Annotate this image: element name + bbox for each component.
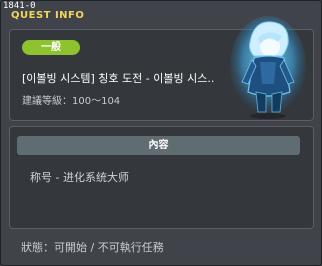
content-header: 內容 [17, 136, 300, 155]
window-title: QUEST INFO [11, 10, 85, 21]
quest-content-panel: 內容 称号 - 进化系统大师 [9, 126, 314, 229]
quest-status-text: 狀態：可開始 / 不可執行任務 [21, 241, 164, 254]
quest-info-window: 1841-0 QUEST INFO 一般 [이볼빙 시스템] 칭호 도전 - 이… [0, 0, 322, 266]
character-portrait-icon [230, 16, 306, 119]
quest-name: [이볼빙 시스템] 칭호 도전 - 이볼빙 시스.. [22, 72, 215, 85]
quest-recommended-level: 建議等級：100～104 [22, 96, 121, 107]
content-text: 称号 - 进化系统大师 [30, 171, 129, 184]
quest-category-badge: 一般 [22, 40, 80, 55]
quest-summary-panel: 一般 [이볼빙 시스템] 칭호 도전 - 이볼빙 시스.. 建議等級：100～1… [9, 16, 314, 121]
